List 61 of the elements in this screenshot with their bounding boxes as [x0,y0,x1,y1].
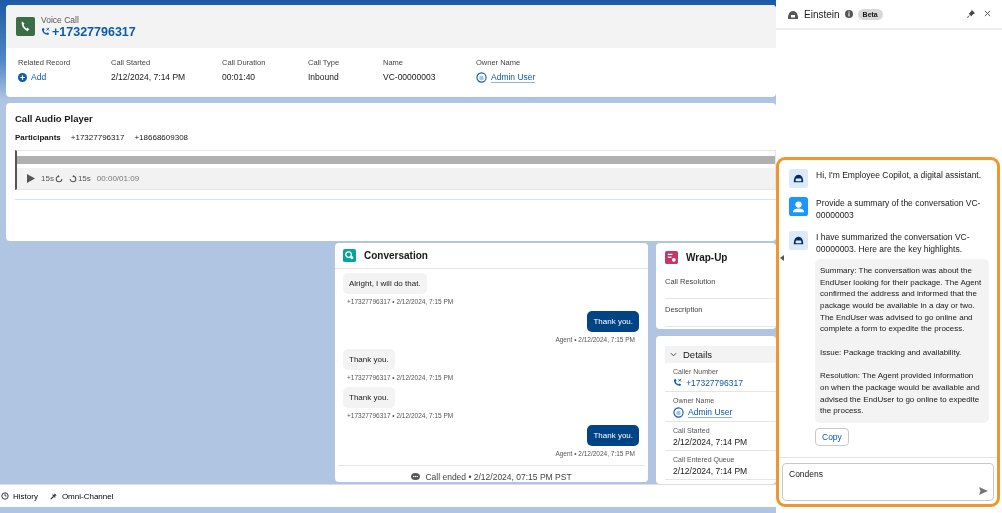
rewind-button[interactable]: 15s [41,174,63,183]
message-bubble: Alright, I will do that. [343,273,427,294]
object-label: Voice Call [41,14,80,25]
message-field[interactable]: Condens [782,463,994,501]
send-icon[interactable] [979,487,988,495]
owner-link[interactable]: Admin User [491,72,536,83]
field-value: Inbound [308,72,340,82]
field-value: 2/12/2024, 7:14 PM [673,465,748,476]
chat-icon [343,249,356,262]
call-icon [673,378,682,388]
add-icon [18,72,27,82]
robot-icon [789,230,808,250]
summary-paragraph: Summary: The conversation was about the EndUser looking for their package. The Agent confirmed the address and informed that the package would be available in a day or two. The EndUser was advised to go online and complete a form to expedite the process. [820,265,983,335]
clock-icon [1,492,9,500]
chat-message: Hi, I'm Employee Copilot, a digital assistant. [816,169,982,182]
owner-link[interactable]: Admin User [688,406,733,418]
field-value: VC-00000003 [383,72,437,82]
message-bubble: Thank you. [343,349,395,370]
play-icon[interactable] [27,174,35,183]
plug-icon [48,491,58,501]
form-icon [665,250,678,264]
call-ended-text: Call ended • 2/12/2024, 07:15 PM PST [425,472,572,482]
participant: +17327796317 [70,133,125,142]
field-value: 00:01:40 [222,72,257,82]
utility-item[interactable]: History [0,491,38,501]
card-title: Conversation [364,250,428,261]
participants-label: Participants [15,133,61,142]
card-title: Call Audio Player [15,113,94,124]
message-bubble: Thank you. [587,311,639,332]
user-icon [789,197,808,216]
field-value: 2/12/2024, 7:14 PM [673,436,748,447]
call-icon [41,27,50,36]
record-title: +17327796317 [52,24,136,39]
details-section-header[interactable]: Details [665,345,776,363]
message-bubble: Thank you. [587,425,639,446]
participant: +18668609308 [134,133,189,142]
chevron-icon [670,351,677,357]
robot-icon [787,8,799,20]
robot-icon [789,169,808,188]
phone-icon [16,17,35,36]
summary-paragraph: Issue: Package tracking and availability. [820,346,963,359]
card-title: Wrap-Up [686,251,728,263]
avatar-icon [673,406,684,418]
avatar-icon [476,72,487,83]
progress-track[interactable] [17,155,775,164]
utility-item[interactable]: Omni-Channel [47,491,114,501]
panel-title: Einstein [804,8,840,20]
copy-button[interactable]: Copy [815,427,849,446]
add-link[interactable]: Add [18,72,111,82]
field-value: 2/12/2024, 7:14 PM [111,72,187,82]
caret-icon[interactable] [780,255,784,261]
chat-message: I have summarized the conversation VC-00000003. Here are the key highlights. [816,230,971,256]
pin-icon[interactable] [967,10,975,18]
phone-link[interactable]: +17327796317 [686,377,743,388]
chat-message: Provide a summary of the conversation VC-00000003 [816,197,982,222]
summary-paragraph: Resolution: The Agent provided information on when the package would be available and advised the EndUser to go online to expedite the process. [820,370,981,417]
time-display: 00:00/01:09 [96,174,140,183]
message-bubble: Thank you. [343,387,395,408]
close-icon[interactable] [984,10,991,17]
forward-button[interactable]: 15s [68,174,91,183]
info-icon[interactable] [844,10,853,18]
